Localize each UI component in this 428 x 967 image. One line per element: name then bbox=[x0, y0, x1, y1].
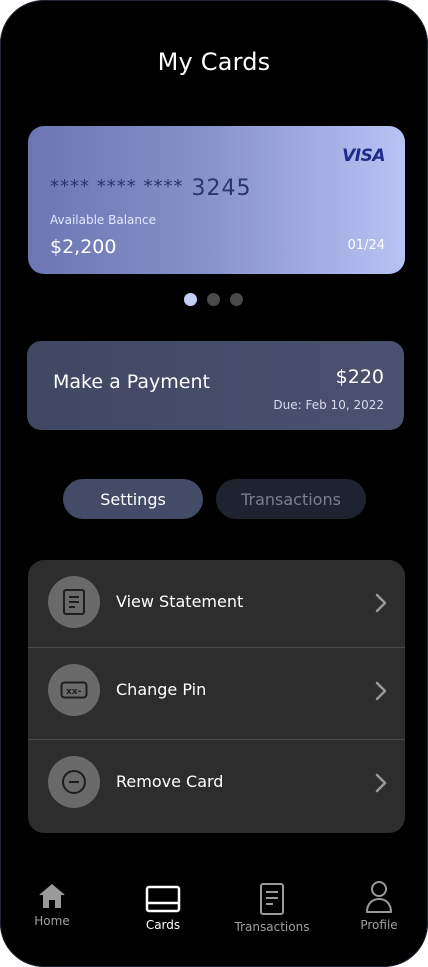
pager-dot-2[interactable] bbox=[207, 293, 220, 306]
user-icon bbox=[366, 881, 392, 913]
payment-label: Make a Payment bbox=[53, 371, 210, 393]
minus-circle-icon bbox=[48, 756, 100, 808]
card-pager bbox=[184, 293, 243, 306]
remove-card-item[interactable]: Remove Card bbox=[28, 740, 405, 831]
card-icon bbox=[145, 885, 181, 913]
nav-cards-label: Cards bbox=[145, 918, 181, 932]
change-pin-item[interactable]: xx- Change Pin bbox=[28, 648, 405, 739]
payment-due-date: Due: Feb 10, 2022 bbox=[273, 398, 384, 412]
balance-amount: $2,200 bbox=[50, 236, 117, 258]
nav-home[interactable]: Home bbox=[26, 882, 78, 928]
view-statement-label: View Statement bbox=[116, 592, 244, 611]
home-icon bbox=[39, 884, 65, 908]
nav-profile-label: Profile bbox=[360, 918, 398, 932]
credit-card[interactable]: VISA **** **** **** 3245 Available Balan… bbox=[28, 126, 405, 274]
card-expiry: 01/24 bbox=[347, 238, 385, 253]
card-number: **** **** **** 3245 bbox=[50, 176, 251, 201]
tab-transactions[interactable]: Transactions bbox=[216, 479, 366, 519]
chevron-right-icon bbox=[375, 593, 387, 613]
pager-dot-3[interactable] bbox=[230, 293, 243, 306]
nav-profile[interactable]: Profile bbox=[350, 880, 408, 932]
document-icon bbox=[48, 576, 100, 628]
document-icon bbox=[260, 883, 284, 915]
page-title: My Cards bbox=[157, 48, 271, 76]
balance-label: Available Balance bbox=[50, 213, 156, 227]
change-pin-label: Change Pin bbox=[116, 680, 207, 699]
pager-dot-1[interactable] bbox=[184, 293, 197, 306]
settings-list: View Statement xx- Change Pin Remove Car… bbox=[28, 560, 405, 833]
phone-screen: My Cards VISA **** **** **** 3245 Availa… bbox=[0, 0, 428, 967]
payment-amount: $220 bbox=[335, 366, 384, 388]
chevron-right-icon bbox=[375, 681, 387, 701]
view-statement-item[interactable]: View Statement bbox=[28, 560, 405, 651]
svg-text:xx-: xx- bbox=[66, 687, 82, 697]
chevron-right-icon bbox=[375, 773, 387, 793]
nav-transactions[interactable]: Transactions bbox=[228, 882, 316, 934]
remove-card-label: Remove Card bbox=[116, 772, 224, 791]
card-number-mask: **** **** **** bbox=[50, 176, 184, 197]
nav-transactions-label: Transactions bbox=[234, 920, 310, 934]
pin-icon: xx- bbox=[48, 664, 100, 716]
tab-settings[interactable]: Settings bbox=[63, 479, 203, 519]
visa-logo: VISA bbox=[342, 146, 385, 166]
card-number-last4: 3245 bbox=[191, 176, 252, 201]
nav-home-label: Home bbox=[34, 914, 70, 928]
nav-cards[interactable]: Cards bbox=[135, 884, 191, 932]
make-payment-button[interactable]: Make a Payment $220 Due: Feb 10, 2022 bbox=[27, 341, 404, 430]
